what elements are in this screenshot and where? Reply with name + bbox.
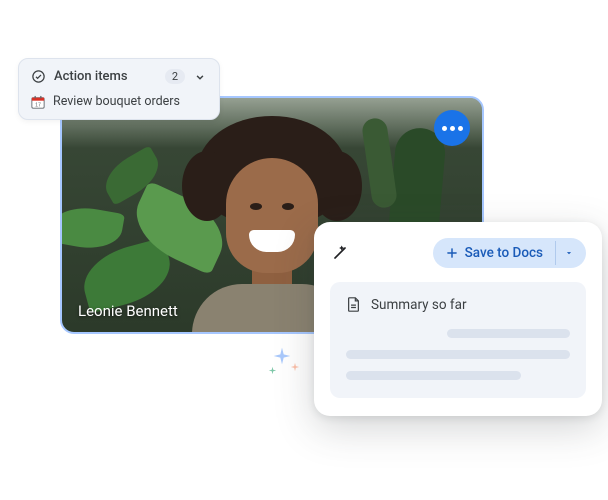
chevron-down-icon	[193, 70, 207, 84]
save-to-docs-label: Save to Docs	[465, 245, 543, 261]
document-icon	[346, 296, 361, 313]
action-items-count-badge: 2	[165, 69, 185, 84]
plus-icon	[445, 246, 459, 260]
skeleton-line	[346, 371, 521, 380]
summary-title-row: Summary so far	[346, 296, 570, 313]
magic-wand-icon	[330, 243, 350, 263]
skeleton-line	[447, 329, 570, 338]
summary-title-label: Summary so far	[371, 297, 467, 313]
check-circle-icon	[31, 69, 46, 84]
action-item[interactable]: 17 Review bouquet orders	[31, 94, 207, 109]
skeleton-line	[346, 350, 570, 359]
sparkle-decoration	[268, 346, 308, 386]
action-items-panel: Action items 2 17 Review bouquet orders	[18, 58, 220, 120]
participant-name-label: Leonie Bennett	[78, 302, 178, 320]
more-options-button[interactable]	[434, 110, 470, 146]
save-to-docs-dropdown[interactable]	[555, 241, 586, 265]
calendar-icon: 17	[31, 95, 45, 109]
action-item-label: Review bouquet orders	[53, 94, 180, 109]
summary-header: Save to Docs	[330, 238, 586, 268]
action-items-label: Action items	[54, 69, 157, 84]
action-items-header[interactable]: Action items 2	[31, 69, 207, 84]
summary-body: Summary so far	[330, 282, 586, 398]
save-to-docs-main[interactable]: Save to Docs	[433, 238, 555, 268]
caret-down-icon	[564, 248, 574, 258]
save-to-docs-button[interactable]: Save to Docs	[433, 238, 586, 268]
summary-panel: Save to Docs Summary so far	[314, 222, 602, 416]
svg-text:17: 17	[35, 102, 41, 108]
